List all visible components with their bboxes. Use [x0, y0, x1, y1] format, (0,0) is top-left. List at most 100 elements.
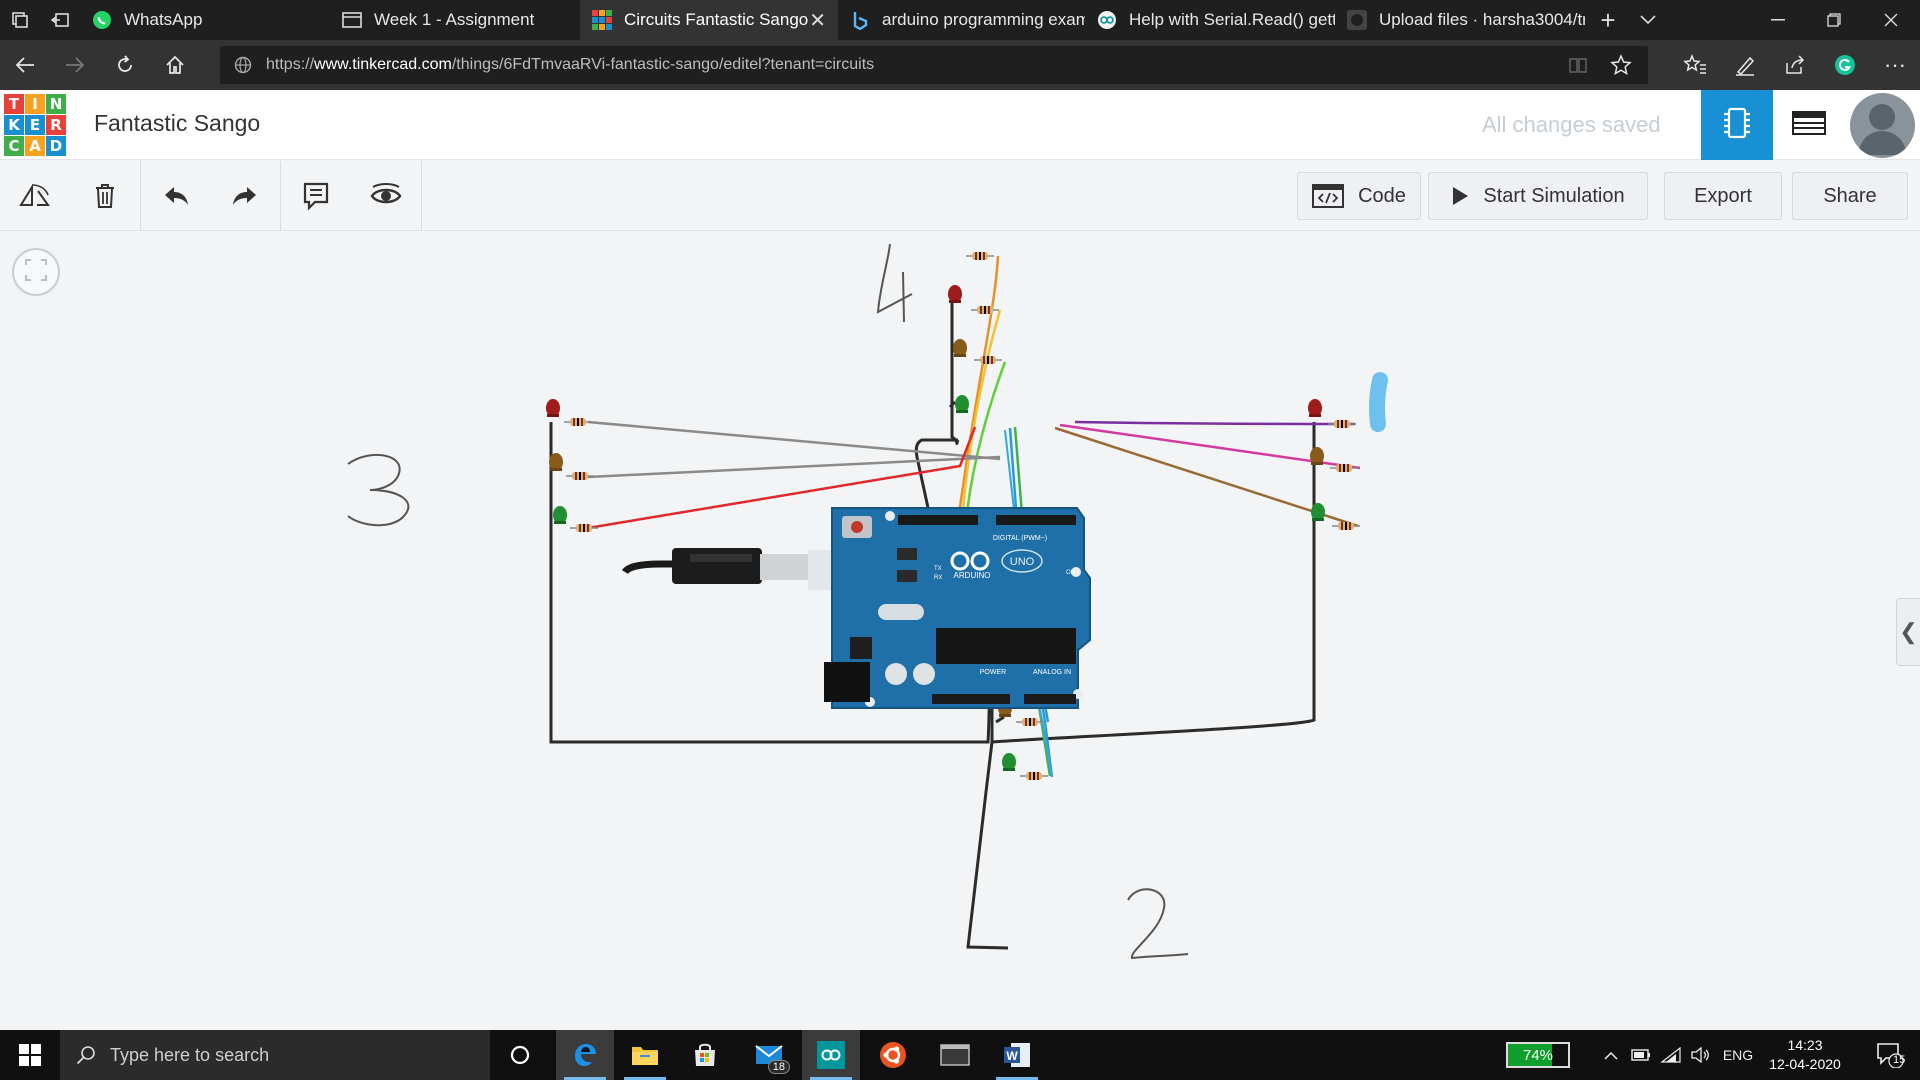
set-aside-tabs-icon[interactable] — [40, 0, 80, 40]
address-bar[interactable]: https://www.tinkercad.com/things/6FdTmva… — [220, 46, 1648, 84]
windows-start-icon[interactable] — [0, 1030, 60, 1080]
tinkercad-logo[interactable]: T I N K E R C A D — [4, 94, 66, 156]
ubuntu-icon[interactable] — [864, 1030, 922, 1080]
logo-letter: D — [46, 136, 66, 156]
circuit-drawing: ARDUINO UNO DIGITAL (PWM~) POWER ANALOG … — [347, 243, 1388, 960]
whatsapp-icon — [92, 10, 112, 30]
resistor[interactable] — [1331, 521, 1361, 531]
delete-trash-icon[interactable] — [70, 161, 140, 231]
resistor[interactable] — [569, 523, 599, 533]
export-button[interactable]: Export — [1664, 172, 1782, 220]
home-icon[interactable] — [150, 40, 200, 90]
list-icon — [1792, 110, 1826, 140]
globe-icon — [234, 56, 252, 79]
rotate-icon[interactable] — [0, 161, 70, 231]
battery-tray-icon[interactable] — [1626, 1030, 1656, 1080]
refresh-icon[interactable] — [100, 40, 150, 90]
handwritten-annotation — [876, 243, 913, 323]
cortana-icon[interactable] — [491, 1030, 549, 1080]
start-simulation-button[interactable]: Start Simulation — [1428, 172, 1648, 220]
show-hidden-icons-chevron-icon[interactable] — [1596, 1030, 1626, 1080]
tab-list-chevron-icon[interactable] — [1628, 0, 1668, 40]
close-window-icon[interactable] — [1862, 0, 1920, 40]
tab-whatsapp[interactable]: WhatsApp — [80, 0, 330, 40]
volume-icon[interactable] — [1686, 1030, 1716, 1080]
arduino-ide-icon[interactable] — [802, 1030, 860, 1080]
component-list-view-button[interactable] — [1773, 90, 1845, 160]
system-clock[interactable]: 14:23 12-04-2020 — [1760, 1036, 1850, 1074]
restore-window-icon[interactable] — [1806, 0, 1862, 40]
resistor[interactable] — [563, 417, 593, 427]
file-explorer-icon[interactable] — [616, 1030, 674, 1080]
url-text: https://www.tinkercad.com/things/6FdTmva… — [266, 56, 875, 73]
word-icon[interactable]: W — [988, 1030, 1046, 1080]
reading-view-icon[interactable] — [1568, 56, 1588, 79]
led-red[interactable] — [948, 285, 962, 303]
battery-percent: 74% — [1522, 1046, 1554, 1064]
play-icon — [1451, 186, 1469, 206]
user-avatar[interactable] — [1850, 93, 1915, 158]
windows-taskbar: Type here to search 18 W 74% ENG 14:23 1… — [0, 1030, 1920, 1080]
rx-label: RX — [934, 575, 942, 581]
grammarly-icon[interactable] — [1820, 40, 1870, 90]
board-brand-label: ARDUINO — [954, 571, 991, 580]
tab-help-serial-read[interactable]: Help with Serial.Read() getti — [1085, 0, 1335, 40]
taskbar-search-input[interactable]: Type here to search — [60, 1030, 490, 1080]
action-center-icon[interactable]: 15 — [1860, 1030, 1920, 1080]
battery-indicator[interactable]: 74% — [1506, 1042, 1570, 1068]
new-tab-icon[interactable]: + — [1588, 0, 1628, 40]
resistor[interactable] — [1327, 419, 1357, 429]
tab-actions-icon[interactable] — [0, 0, 40, 40]
input-language[interactable]: ENG — [1718, 1030, 1758, 1080]
circuit-canvas[interactable]: ❮ ARDUINO UNO DIGITAL (PWM~) POWER ANALO… — [0, 232, 1920, 1030]
led-green[interactable] — [955, 395, 969, 413]
led-green[interactable] — [1002, 753, 1016, 771]
code-button[interactable]: Code — [1297, 172, 1421, 220]
clock-time: 14:23 — [1787, 1037, 1823, 1053]
logo-letter: K — [4, 115, 24, 135]
tab-circuits-fantastic-sango[interactable]: Circuits Fantastic Sango ✕ — [580, 0, 838, 40]
resistor[interactable] — [565, 471, 595, 481]
tab-arduino-programming[interactable]: arduino programming exam — [838, 0, 1085, 40]
close-tab-icon[interactable]: ✕ — [809, 8, 826, 33]
handwritten-annotation — [347, 453, 410, 527]
project-title[interactable]: Fantastic Sango — [94, 110, 260, 137]
favorites-icon[interactable] — [1670, 40, 1720, 90]
arduino-uno-board[interactable]: ARDUINO UNO DIGITAL (PWM~) POWER ANALOG … — [824, 507, 1091, 709]
resistor[interactable] — [1019, 771, 1049, 781]
resistor[interactable] — [970, 305, 1000, 315]
visibility-eye-icon[interactable] — [351, 161, 421, 231]
circuit-view-button[interactable] — [1701, 90, 1773, 160]
minimize-window-icon[interactable] — [1750, 0, 1806, 40]
share-button[interactable]: Share — [1792, 172, 1908, 220]
on-led-label: ON — [1066, 570, 1075, 576]
resistor[interactable] — [973, 355, 1003, 365]
led-brown[interactable] — [953, 339, 967, 357]
favorite-star-icon[interactable] — [1610, 54, 1632, 81]
led-red[interactable] — [1308, 399, 1322, 417]
notes-pen-icon[interactable] — [1720, 40, 1770, 90]
undo-icon[interactable] — [141, 161, 211, 231]
notes-icon[interactable] — [281, 161, 351, 231]
redo-icon[interactable] — [210, 161, 280, 231]
tab-week1-assignment[interactable]: Week 1 - Assignment — [330, 0, 580, 40]
led-red[interactable] — [546, 399, 560, 417]
back-arrow-icon[interactable] — [0, 40, 50, 90]
mail-icon[interactable]: 18 — [740, 1030, 798, 1080]
led-green[interactable] — [553, 506, 567, 524]
led-brown[interactable] — [549, 453, 563, 471]
tab-upload-files-github[interactable]: Upload files · harsha3004/tr — [1335, 0, 1585, 40]
wifi-icon[interactable] — [1656, 1030, 1686, 1080]
more-options-icon[interactable]: ··· — [1870, 40, 1920, 90]
led-green[interactable] — [1311, 503, 1325, 521]
terminal-icon[interactable] — [926, 1030, 984, 1080]
microsoft-store-icon[interactable] — [676, 1030, 734, 1080]
led-brown[interactable] — [1310, 447, 1324, 465]
resistor[interactable] — [965, 251, 995, 261]
edge-browser-icon[interactable] — [556, 1030, 614, 1080]
forward-arrow-icon[interactable] — [50, 40, 100, 90]
share-icon[interactable] — [1770, 40, 1820, 90]
logo-letter: C — [4, 136, 24, 156]
mail-unread-badge: 18 — [767, 1060, 790, 1074]
tx-label: TX — [934, 566, 942, 572]
